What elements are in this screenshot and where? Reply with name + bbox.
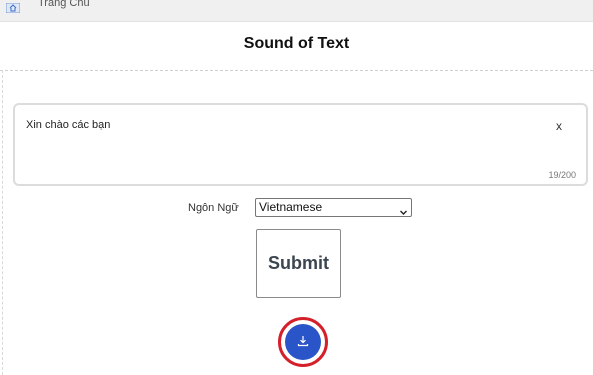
chevron-down-icon — [400, 204, 407, 215]
home-link[interactable]: Trang Chủ — [38, 0, 90, 9]
clear-text-button[interactable]: x — [556, 119, 562, 133]
character-counter: 19/200 — [548, 170, 576, 180]
download-button[interactable] — [285, 324, 321, 360]
language-selected-value: Vietnamese — [259, 200, 323, 214]
top-bar: Trang Chủ — [0, 0, 593, 22]
text-input-value[interactable]: Xin chào các bạn — [26, 119, 110, 131]
download-area — [258, 310, 343, 375]
submit-button[interactable]: Submit — [256, 229, 341, 298]
text-input-box[interactable]: Xin chào các bạn x 19/200 — [13, 103, 588, 186]
dashed-left-border — [2, 70, 3, 375]
language-label: Ngôn Ngữ — [188, 202, 239, 214]
download-icon — [297, 336, 309, 347]
language-select[interactable]: Vietnamese — [255, 198, 412, 217]
page-title: Sound of Text — [243, 35, 350, 52]
dashed-divider — [0, 70, 593, 71]
home-icon[interactable] — [5, 0, 21, 14]
